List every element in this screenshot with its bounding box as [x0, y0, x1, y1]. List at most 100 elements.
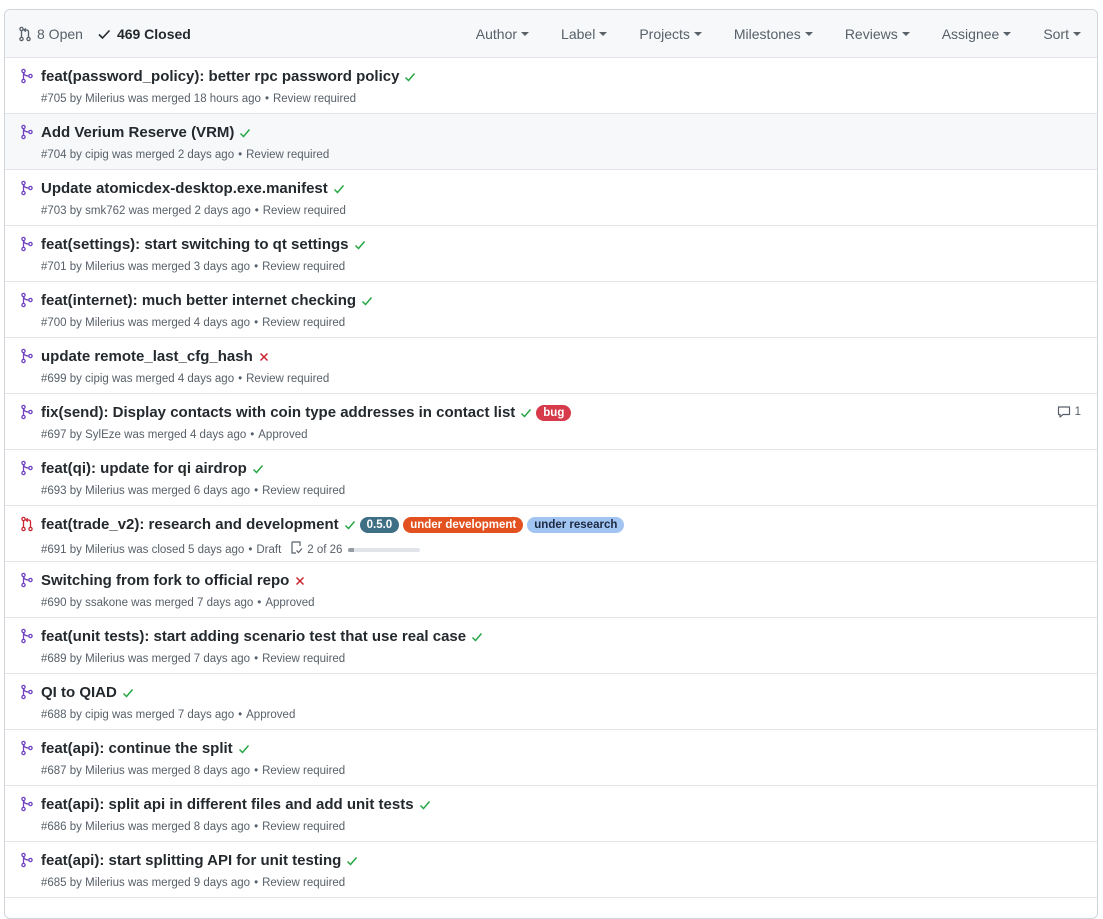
pull-request-title[interactable]: update remote_last_cfg_hash [41, 348, 253, 365]
pull-request-title[interactable]: Update atomicdex-desktop.exe.manifest [41, 180, 328, 197]
check-failure-icon[interactable] [258, 351, 270, 363]
label-bug[interactable]: bug [536, 404, 572, 421]
pull-request-row[interactable]: fix(send): Display contacts with coin ty… [5, 394, 1097, 450]
check-success-icon[interactable] [238, 743, 250, 755]
author-link[interactable]: Milerius [85, 653, 125, 665]
label-under-research[interactable]: under research [527, 516, 625, 533]
check-success-icon[interactable] [419, 799, 431, 811]
pull-request-row[interactable]: feat(trade_v2): research and development… [5, 506, 1097, 562]
author-link[interactable]: Milerius [85, 877, 125, 889]
review-status[interactable]: Review required [263, 205, 346, 217]
pull-request-meta: #686 by Milerius was merged 8 days ago • R… [41, 821, 345, 833]
check-success-icon[interactable] [122, 687, 134, 699]
review-status[interactable]: Review required [262, 765, 345, 777]
review-status[interactable]: Approved [246, 709, 295, 721]
filter-sort-dropdown[interactable]: Sort [1043, 26, 1081, 42]
author-link[interactable]: cipig [85, 373, 109, 385]
pull-request-row[interactable]: feat(password_policy): better rpc passwo… [5, 58, 1097, 114]
pull-request-row[interactable]: feat(api): split api in different files … [5, 786, 1097, 842]
author-link[interactable]: Milerius [85, 93, 125, 105]
author-link[interactable]: Milerius [85, 544, 125, 556]
pull-request-title[interactable]: feat(trade_v2): research and development [41, 516, 339, 533]
review-status[interactable]: Approved [258, 429, 307, 441]
pull-request-row[interactable]: Switching from fork to official repo #690… [5, 562, 1097, 618]
merge-time: was merged 3 days ago [124, 261, 251, 273]
caret-down-icon [693, 32, 702, 36]
pull-request-row[interactable]: Update atomicdex-desktop.exe.manifest #70… [5, 170, 1097, 226]
author-link[interactable]: Milerius [85, 485, 125, 497]
pull-request-row[interactable]: update remote_last_cfg_hash #699 by cipig… [5, 338, 1097, 394]
check-success-icon[interactable] [520, 407, 532, 419]
author-link[interactable]: Milerius [85, 765, 125, 777]
merge-time: was merged 7 days ago [124, 653, 251, 665]
pull-request-row[interactable]: feat(api): continue the split #687 by Mil… [5, 730, 1097, 786]
filter-reviews-dropdown[interactable]: Reviews [845, 26, 910, 42]
review-status[interactable]: Review required [262, 877, 345, 889]
pull-request-title[interactable]: feat(password_policy): better rpc passwo… [41, 68, 399, 85]
pull-request-number: #687 [41, 765, 67, 777]
task-count: 2 of 26 [307, 543, 343, 556]
author-link[interactable]: cipig [85, 149, 109, 161]
check-success-icon[interactable] [239, 127, 251, 139]
check-success-icon[interactable] [404, 71, 416, 83]
pull-request-title[interactable]: QI to QIAD [41, 684, 117, 701]
review-status[interactable]: Review required [262, 485, 345, 497]
review-status[interactable]: Review required [262, 653, 345, 665]
author-link[interactable]: Milerius [85, 261, 125, 273]
pull-request-title[interactable]: fix(send): Display contacts with coin ty… [41, 404, 515, 421]
pull-request-title[interactable]: feat(api): split api in different files … [41, 796, 414, 813]
author-link[interactable]: cipig [85, 709, 109, 721]
check-success-icon[interactable] [252, 463, 264, 475]
pull-request-row[interactable]: feat(settings): start switching to qt se… [5, 226, 1097, 282]
pull-request-row[interactable]: feat(unit tests): start adding scenario … [5, 618, 1097, 674]
separator: • [238, 709, 243, 721]
check-success-icon[interactable] [354, 239, 366, 251]
check-success-icon[interactable] [471, 631, 483, 643]
review-status[interactable]: Review required [262, 821, 345, 833]
check-success-icon[interactable] [333, 183, 345, 195]
pull-request-title[interactable]: feat(qi): update for qi airdrop [41, 460, 247, 477]
review-status[interactable]: Review required [246, 373, 329, 385]
review-status[interactable]: Approved [265, 597, 314, 609]
author-link[interactable]: smk762 [85, 205, 125, 217]
check-failure-icon[interactable] [294, 575, 306, 587]
pull-request-title[interactable]: Switching from fork to official repo [41, 572, 289, 589]
check-success-icon[interactable] [344, 519, 356, 531]
pull-request-row[interactable]: feat(qi): update for qi airdrop #693 by M… [5, 450, 1097, 506]
filter-milestones-dropdown[interactable]: Milestones [734, 26, 813, 42]
merge-time: was merged 2 days ago [125, 205, 251, 217]
review-status[interactable]: Review required [262, 261, 345, 273]
pull-request-title[interactable]: feat(api): start splitting API for unit … [41, 852, 341, 869]
pull-request-title[interactable]: feat(api): continue the split [41, 740, 233, 757]
pull-request-row[interactable]: QI to QIAD #688 by cipig was merged 7 day… [5, 674, 1097, 730]
closed-filter[interactable]: 469 Closed [97, 26, 191, 42]
check-success-icon[interactable] [361, 295, 373, 307]
check-success-icon[interactable] [346, 855, 358, 867]
review-status[interactable]: Review required [246, 149, 329, 161]
review-status[interactable]: Review required [273, 93, 356, 105]
label-under-development[interactable]: under development [403, 516, 524, 533]
author-link[interactable]: SylEze [85, 429, 121, 441]
comment-icon [1057, 405, 1075, 419]
pull-request-row[interactable]: Add Verium Reserve (VRM) #704 by cipig wa… [5, 114, 1097, 170]
filter-label-dropdown[interactable]: Label [561, 26, 608, 42]
pull-request-row[interactable]: feat(api): start splitting API for unit … [5, 842, 1097, 898]
pull-request-title[interactable]: feat(unit tests): start adding scenario … [41, 628, 466, 645]
author-link[interactable]: ssakone [85, 597, 128, 609]
filter-author-dropdown[interactable]: Author [476, 26, 530, 42]
comments-link[interactable]: 1 [1057, 405, 1081, 419]
pull-request-title[interactable]: feat(settings): start switching to qt se… [41, 236, 349, 253]
open-filter[interactable]: 8 Open [19, 26, 83, 42]
filter-assignee-dropdown[interactable]: Assignee [942, 26, 1012, 42]
pull-request-meta: #691 by Milerius was closed 5 days ago • D… [41, 541, 421, 558]
pull-request-title[interactable]: Add Verium Reserve (VRM) [41, 124, 234, 141]
review-status[interactable]: Draft [256, 544, 281, 556]
pull-request-number: #686 [41, 821, 67, 833]
pull-request-title[interactable]: feat(internet): much better internet che… [41, 292, 356, 309]
filter-projects-dropdown[interactable]: Projects [639, 26, 702, 42]
author-link[interactable]: Milerius [85, 317, 125, 329]
author-link[interactable]: Milerius [85, 821, 125, 833]
review-status[interactable]: Review required [262, 317, 345, 329]
label-0-5-0[interactable]: 0.5.0 [359, 516, 400, 533]
pull-request-row[interactable]: feat(internet): much better internet che… [5, 282, 1097, 338]
